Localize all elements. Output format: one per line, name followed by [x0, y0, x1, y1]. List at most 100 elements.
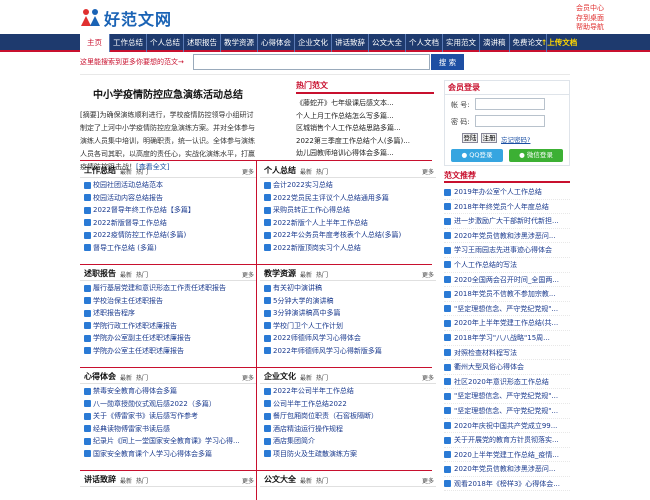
section-newest-tab[interactable]: 最新 — [300, 373, 312, 382]
list-item[interactable]: 督导工作总结 (多篇) — [80, 242, 256, 255]
recommend-item[interactable]: 关于开展党的教育方针贯彻落实... — [444, 433, 570, 448]
nav-item-10[interactable]: 实用范文 — [443, 34, 480, 52]
list-item[interactable]: 2022年师德师风学习心得新版多篇 — [260, 345, 436, 358]
list-item[interactable]: 餐厅包厢岗位职责（石窖板隔断） — [260, 410, 436, 423]
list-item[interactable]: 2022新版督导工作总结 — [80, 217, 256, 230]
recommend-item[interactable]: 观看2018年《榜样3》心得体会... — [444, 477, 570, 492]
recommend-item[interactable]: "坚定理想信念、严守党纪党规"... — [444, 302, 570, 317]
list-item[interactable]: 2022师德师风学习心得体会 — [260, 332, 436, 345]
recommend-item[interactable]: 进一步激励广大干部新时代新担... — [444, 214, 570, 229]
list-item[interactable]: 酒店集团简介 — [260, 435, 436, 448]
list-item[interactable]: 校园活动内容总结报告 — [80, 192, 256, 205]
hot-list-item[interactable]: 个人上月工作总结怎么写多篇... — [296, 110, 434, 123]
recommend-item[interactable]: 2020年党员信教和涉黑涉恶问... — [444, 229, 570, 244]
recommend-item[interactable]: 2020年上半年党建工作总结(共... — [444, 316, 570, 331]
list-item[interactable]: 会计2022实习总结 — [260, 179, 436, 192]
password-input[interactable] — [475, 115, 545, 127]
section-more-link[interactable]: 更多 — [422, 167, 434, 176]
nav-item-1[interactable]: 工作总结 — [110, 34, 147, 52]
search-button[interactable]: 搜 索 — [431, 54, 464, 70]
section-title[interactable]: 工作总结 — [84, 165, 116, 176]
list-item[interactable]: 2022年公务员年度考核表个人总结(多篇) — [260, 229, 436, 242]
section-newest-tab[interactable]: 最新 — [120, 373, 132, 382]
section-hot-tab[interactable]: 热门 — [136, 167, 148, 176]
recommend-item[interactable]: 2020年党员信教和涉黑涉恶问... — [444, 462, 570, 477]
section-newest-tab[interactable]: 最新 — [120, 270, 132, 279]
section-hot-tab[interactable]: 热门 — [136, 270, 148, 279]
list-item[interactable]: 八一勋章授勋仪式观后感2022（多篇） — [80, 398, 256, 411]
nav-item-0[interactable]: 主页 — [80, 34, 110, 52]
list-item[interactable]: 2022党员民主评议个人总结通用多篇 — [260, 192, 436, 205]
section-hot-tab[interactable]: 热门 — [316, 270, 328, 279]
list-item[interactable]: 5分钟大学的演讲稿 — [260, 295, 436, 308]
section-title[interactable]: 心得体会 — [84, 371, 116, 382]
hot-list-item[interactable]: 2022第三季度工作总结个人(多篇)... — [296, 135, 434, 148]
list-item[interactable]: 酒店精油运行操作规程 — [260, 423, 436, 436]
nav-item-8[interactable]: 公文大全 — [369, 34, 406, 52]
section-title[interactable]: 讲话致辞 — [84, 474, 116, 485]
list-item[interactable]: 国家安全教育课个人学习心得体会多篇 — [80, 448, 256, 461]
list-item[interactable]: 纪录片《同上一堂国家安全教育课》学习心得... — [80, 435, 256, 448]
section-hot-tab[interactable]: 热门 — [316, 373, 328, 382]
section-newest-tab[interactable]: 最新 — [120, 167, 132, 176]
wechat-login-button[interactable]: ● 微信登录 — [509, 149, 563, 162]
list-item[interactable]: 经典读物傅雷家书读后感 — [80, 423, 256, 436]
site-logo[interactable]: 好范文网 — [80, 6, 172, 30]
recommend-item[interactable]: 社区2020年意识形态工作总结 — [444, 375, 570, 390]
section-more-link[interactable]: 更多 — [242, 270, 254, 279]
list-item[interactable]: 学校治保主任述职报告 — [80, 295, 256, 308]
section-title[interactable]: 述职报告 — [84, 268, 116, 279]
recommend-item[interactable]: 2020年庆祝中国共产党成立99... — [444, 419, 570, 434]
login-button[interactable]: 登陆 — [462, 133, 478, 143]
list-item[interactable]: 学院办公室主任述职述廉报告 — [80, 345, 256, 358]
section-newest-tab[interactable]: 最新 — [120, 476, 132, 485]
list-item[interactable]: 3分钟演讲稿高中多篇 — [260, 307, 436, 320]
list-item[interactable]: 2022疫情防控工作总结(多篇) — [80, 229, 256, 242]
list-item[interactable]: 述职报告程序 — [80, 307, 256, 320]
section-hot-tab[interactable]: 热门 — [136, 476, 148, 485]
section-more-link[interactable]: 更多 — [242, 167, 254, 176]
recommend-item[interactable]: 学习王雨园志先进事迹心得体会 — [444, 243, 570, 258]
list-item[interactable]: 2022新版顶岗实习个人总结 — [260, 242, 436, 255]
nav-item-6[interactable]: 企业文化 — [295, 34, 332, 52]
account-input[interactable] — [475, 98, 545, 110]
nav-item-11[interactable]: 演讲稿 — [480, 34, 510, 52]
list-item[interactable]: 采购员转正工作心得总结 — [260, 204, 436, 217]
list-item[interactable]: 校园社团活动总结范本 — [80, 179, 256, 192]
nav-item-9[interactable]: 个人文档 — [406, 34, 443, 52]
section-more-link[interactable]: 更多 — [422, 476, 434, 485]
section-hot-tab[interactable]: 热门 — [316, 167, 328, 176]
hot-list-item[interactable]: 幼儿园教师培训心得体会多篇... — [296, 147, 434, 160]
section-title[interactable]: 公文大全 — [264, 474, 296, 485]
list-item[interactable]: 禁毒安全教育心得体会多篇 — [80, 385, 256, 398]
list-item[interactable]: 2022督导年终工作总结【多篇】 — [80, 204, 256, 217]
qq-login-button[interactable]: ● QQ登录 — [451, 149, 503, 162]
section-more-link[interactable]: 更多 — [242, 373, 254, 382]
section-more-link[interactable]: 更多 — [422, 373, 434, 382]
recommend-item[interactable]: 2018年党员不信教不参加宗教... — [444, 287, 570, 302]
forgot-password-link[interactable]: 忘记密码? — [501, 134, 530, 144]
list-item[interactable]: 学校门卫个人工作计划 — [260, 320, 436, 333]
section-title[interactable]: 教学资源 — [264, 268, 296, 279]
recommend-item[interactable]: 个人工作总结的写法 — [444, 258, 570, 273]
recommend-item[interactable]: "坚定理想信念、严守党纪党规"... — [444, 389, 570, 404]
help-nav-link[interactable]: 帮助导航 — [576, 23, 604, 33]
list-item[interactable]: 2022年公司半年工作总结 — [260, 385, 436, 398]
recommend-item[interactable]: 2018年学习"八八战略"15周... — [444, 331, 570, 346]
recommend-item[interactable]: 2018年年终党员个人年度总结 — [444, 200, 570, 215]
section-title[interactable]: 企业文化 — [264, 371, 296, 382]
section-title[interactable]: 个人总结 — [264, 165, 296, 176]
recommend-item[interactable]: 2019年办公室个人工作总结 — [444, 185, 570, 200]
list-item[interactable]: 2022新版个人上半年工作总结 — [260, 217, 436, 230]
section-more-link[interactable]: 更多 — [242, 476, 254, 485]
section-more-link[interactable]: 更多 — [422, 270, 434, 279]
nav-item-4[interactable]: 教学资源 — [221, 34, 258, 52]
list-item[interactable]: 学院行政工作述职述廉报告 — [80, 320, 256, 333]
upload-button[interactable]: ↑上传文档 — [541, 34, 577, 52]
nav-item-7[interactable]: 讲话致辞 — [332, 34, 369, 52]
list-item[interactable]: 有关初中演讲稿 — [260, 282, 436, 295]
recommend-item[interactable]: "坚定理想信念、严守党纪党规"... — [444, 404, 570, 419]
search-input[interactable] — [193, 54, 430, 70]
recommend-item[interactable]: 衢州大型风俗心得体会 — [444, 360, 570, 375]
section-newest-tab[interactable]: 最新 — [300, 476, 312, 485]
